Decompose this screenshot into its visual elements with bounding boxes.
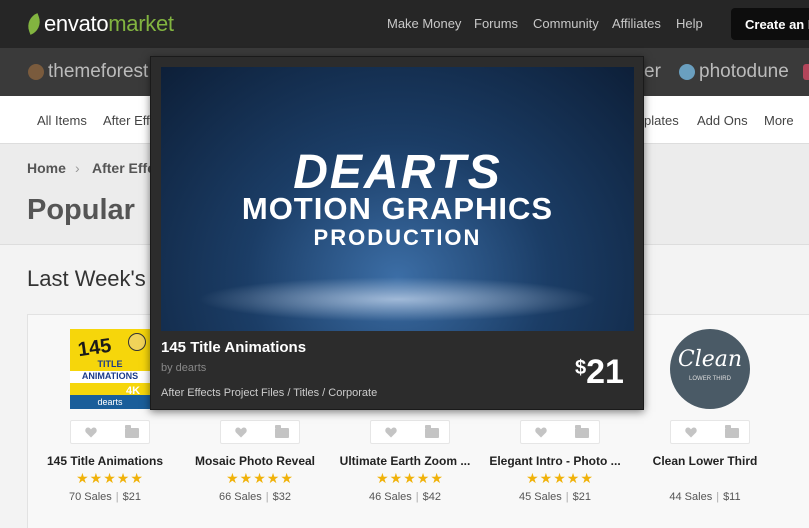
product-title[interactable]: Ultimate Earth Zoom ... [320,454,490,468]
preview-category: After Effects Project Files / Titles / C… [161,387,378,399]
nav-help[interactable]: Help [676,16,703,31]
category-all-items[interactable]: All Items [37,113,87,128]
sales-count: 66 Sales [218,491,262,503]
heart-icon[interactable] [235,427,247,438]
preview-line-2: MOTION GRAPHICS [241,191,554,226]
sales-count: 70 Sales [68,491,112,503]
create-account-button[interactable]: Create an E [731,8,809,40]
folder-icon[interactable] [425,425,439,438]
product-meta: 66 Sales | $32 [218,491,292,503]
logo-text-envato: envato [44,11,109,36]
preview-author: by dearts [161,362,207,374]
preview-image: DEARTS MOTION GRAPHICS PRODUCTION [161,67,634,331]
nav-affiliates[interactable]: Affiliates [612,16,661,31]
sales-count: 44 Sales [669,491,713,503]
market-photodune[interactable]: photodune [699,61,789,83]
product-price: $32 [272,491,292,503]
smiley-icon [128,333,146,351]
breadcrumb-chevron-icon: › [75,160,80,176]
star-rating: ★★★★★ [526,470,594,486]
themeforest-icon [28,64,44,80]
sales-count: 45 Sales [518,491,562,503]
card-actions [520,420,600,444]
breadcrumb-home[interactable]: Home [27,160,66,176]
photodune-icon [679,64,695,80]
product-thumbnail[interactable]: 145 TITLE ANIMATIONS 4K dearts [70,329,150,409]
folder-icon[interactable] [125,425,139,438]
page-title: Popular [27,194,135,226]
market-icon-partial [803,64,809,80]
envato-logo[interactable]: envatomarket [24,11,174,37]
preview-price: $21 [575,353,624,392]
card-actions [670,420,750,444]
product-meta: 46 Sales | $42 [368,491,442,503]
product-title[interactable]: 145 Title Animations [20,454,190,468]
preview-title: 145 Title Animations [161,339,307,356]
card-actions [220,420,300,444]
preview-line-3: PRODUCTION [313,225,482,250]
product-price: $21 [122,491,142,503]
category-add-ons[interactable]: Add Ons [697,113,748,128]
product-price: $42 [422,491,442,503]
star-rating: ★★★★★ [76,470,144,486]
product-price: $21 [572,491,592,503]
product-meta: 45 Sales | $21 [518,491,592,503]
star-rating: ★★★★★ [376,470,444,486]
heart-icon[interactable] [85,427,97,438]
nav-forums[interactable]: Forums [474,16,518,31]
product-title[interactable]: Mosaic Photo Reveal [170,454,340,468]
product-title[interactable]: Clean Lower Third [620,454,790,468]
market-themeforest[interactable]: themeforest [48,61,148,83]
star-rating: ★★★★★ [226,470,294,486]
heart-icon[interactable] [685,427,697,438]
folder-icon[interactable] [275,425,289,438]
nav-community[interactable]: Community [533,16,599,31]
thumb-animations: ANIMATIONS [70,371,150,383]
product-thumbnail[interactable]: Clean LOWER THIRD [670,329,750,409]
thumb-title: Clean [677,347,743,372]
category-more[interactable]: More [764,113,794,128]
card-actions [370,420,450,444]
top-navigation: envatomarket Make Money Forums Community… [0,0,809,48]
nav-make-money[interactable]: Make Money [387,16,461,31]
category-after-effects[interactable]: After Effe [103,113,157,128]
thumb-author: dearts [70,395,150,409]
heart-icon[interactable] [535,427,547,438]
item-preview-popover: DEARTS MOTION GRAPHICS PRODUCTION 145 Ti… [150,56,644,410]
thumb-title: TITLE [97,359,123,369]
card-actions [70,420,150,444]
folder-icon[interactable] [575,425,589,438]
price-value: 21 [586,353,624,391]
thumb-subtitle: LOWER THIRD [689,376,731,382]
product-price: $11 [723,491,741,503]
category-templates[interactable]: plates [644,113,679,128]
leaf-icon [24,13,44,35]
product-meta: 70 Sales | $21 [68,491,142,503]
breadcrumb-current[interactable]: After Effe [92,160,155,176]
product-title[interactable]: Elegant Intro - Photo ... [470,454,640,468]
product-meta: 44 Sales | $11 [669,491,741,503]
heart-icon[interactable] [385,427,397,438]
sales-count: 46 Sales [368,491,412,503]
price-currency: $ [575,357,587,379]
folder-icon[interactable] [725,425,739,438]
logo-text-market: market [108,11,174,36]
section-title: Last Week's [27,266,146,291]
market-partial[interactable]: er [644,61,661,83]
